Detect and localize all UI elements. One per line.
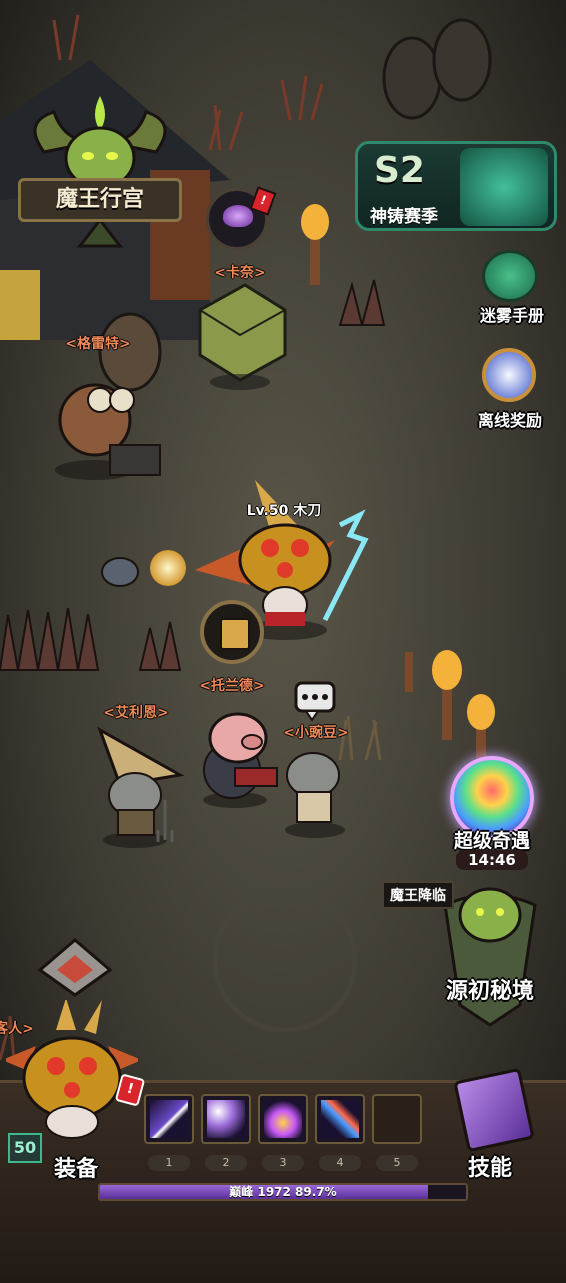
exp-progress-text: 巅峰 1972 89.7% bbox=[229, 1185, 337, 1199]
fog-handbook-button[interactable]: 迷雾手册 bbox=[470, 250, 554, 326]
super-encounter-button[interactable]: 超级奇遇 14:46 bbox=[436, 752, 548, 872]
slot-number-4: 4 bbox=[319, 1155, 361, 1171]
demon-palace-plaque: 魔王行宫 bbox=[18, 178, 182, 222]
season-number: S2 bbox=[374, 150, 425, 191]
skill-slot-2[interactable] bbox=[201, 1094, 251, 1144]
moon-star-icon bbox=[482, 348, 536, 402]
skill-slot-4[interactable] bbox=[315, 1094, 365, 1144]
spellbook-icon bbox=[453, 1067, 535, 1153]
offline-reward-button[interactable]: 离线奖励 bbox=[462, 340, 558, 430]
skills-button[interactable]: 技能 bbox=[440, 1064, 544, 1184]
skill-slot-3[interactable] bbox=[258, 1094, 308, 1144]
equip-button[interactable]: ! 50 装备 bbox=[6, 1000, 146, 1182]
sword-slash-skill-icon bbox=[150, 1100, 188, 1138]
npc-erion-name: <艾利恩> bbox=[103, 705, 169, 721]
card-icon bbox=[220, 618, 250, 650]
player-level-label: Lv.50 木刀 bbox=[246, 503, 322, 519]
helmet-portrait-icon bbox=[6, 1000, 138, 1139]
demon-palace-emblem bbox=[33, 96, 167, 248]
skill-slot-1[interactable] bbox=[144, 1094, 194, 1144]
dome-shield-skill-icon bbox=[264, 1100, 302, 1138]
npc-gret-name: <格雷特> bbox=[65, 336, 131, 352]
slot-number-1: 1 bbox=[148, 1155, 190, 1171]
light-beam-skill-icon bbox=[207, 1100, 245, 1138]
demon-king-tag: 魔王降临 bbox=[382, 881, 454, 909]
season-emblem-icon bbox=[460, 148, 548, 226]
meteor-skill-icon bbox=[321, 1100, 359, 1138]
quest-card-icon[interactable] bbox=[200, 600, 264, 664]
skills-label: 技能 bbox=[467, 1156, 513, 1181]
demon-palace-title: 魔王行宫 bbox=[55, 187, 144, 212]
season-banner[interactable]: S2 神铸赛季 bbox=[355, 141, 557, 231]
npc-pea-name: <小豌豆> bbox=[283, 725, 349, 741]
npc-toland-name: <托兰德> bbox=[199, 678, 265, 694]
skill-slot-5[interactable] bbox=[372, 1094, 422, 1144]
super-encounter-label: 超级奇遇 bbox=[453, 830, 531, 852]
super-encounter-timer: 14:46 bbox=[456, 850, 528, 870]
slot-number-3: 3 bbox=[262, 1155, 304, 1171]
origin-realm-label[interactable]: 源初秘境 bbox=[446, 973, 534, 1005]
kana-portal-icon[interactable]: ! bbox=[206, 186, 277, 250]
slot-number-5: 5 bbox=[376, 1155, 418, 1171]
compass-book-icon bbox=[482, 250, 538, 302]
slot-number-2: 2 bbox=[205, 1155, 247, 1171]
fog-handbook-label: 迷雾手册 bbox=[479, 306, 545, 325]
demon-palace-button[interactable]: 魔王行宫 bbox=[14, 92, 186, 252]
exp-progress-bar: 巅峰 1972 89.7% bbox=[98, 1183, 468, 1201]
offline-reward-label: 离线奖励 bbox=[477, 411, 543, 430]
equip-label: 装备 bbox=[53, 1157, 99, 1182]
npc-kana-name: <卡奈> bbox=[214, 265, 266, 281]
player-level-badge: 50 bbox=[8, 1133, 42, 1163]
season-subtitle: 神铸赛季 bbox=[370, 207, 438, 227]
